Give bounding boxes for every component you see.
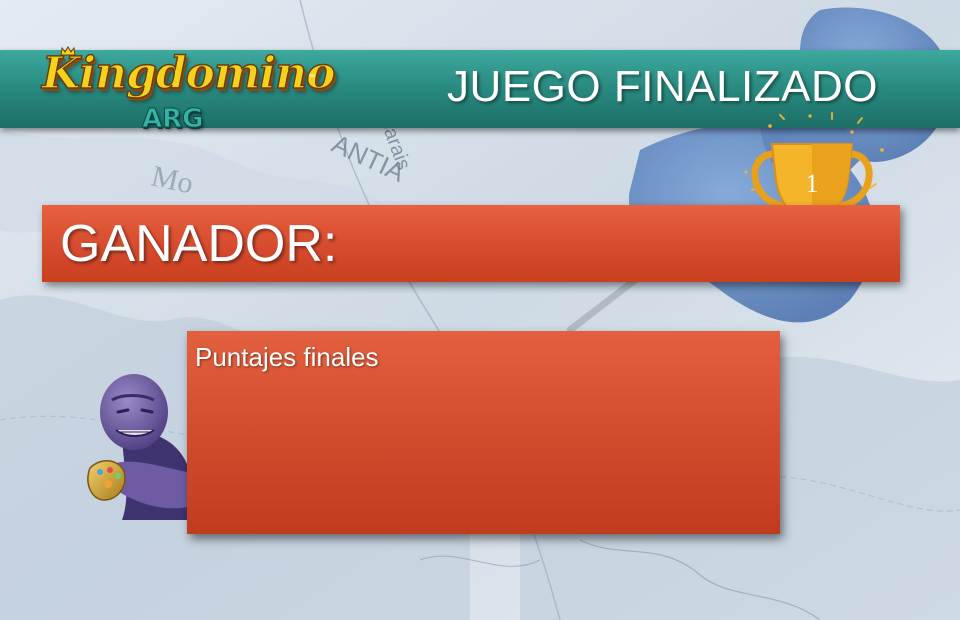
page-title: JUEGO FINALIZADO bbox=[447, 62, 878, 111]
winner-label: GANADOR: bbox=[60, 215, 338, 273]
logo-region-label: ARG bbox=[141, 104, 204, 135]
trademark-mark: ™ bbox=[308, 74, 315, 81]
trophy-number: 1 bbox=[806, 169, 819, 198]
final-scores-title: Puntajes finales bbox=[195, 342, 379, 372]
game-logo: Kingdomino bbox=[41, 47, 336, 100]
mascot-avatar bbox=[87, 374, 192, 520]
